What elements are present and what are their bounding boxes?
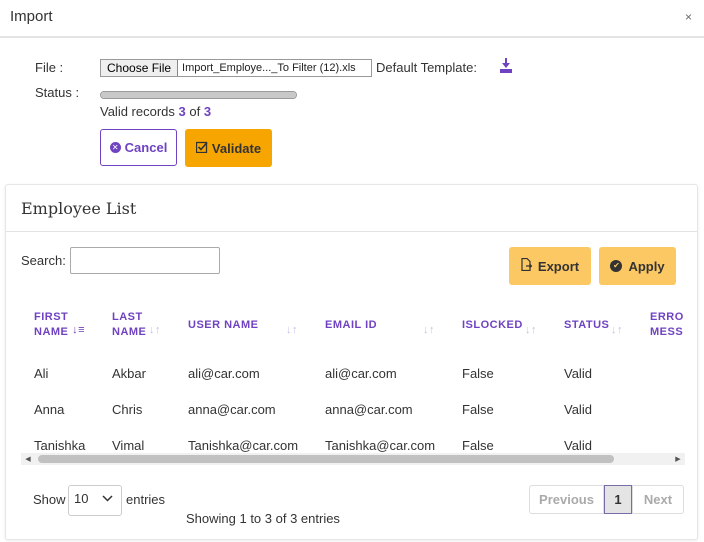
cell-user-name: ali@car.com	[188, 365, 260, 381]
table-row: Anna Chris anna@car.com anna@car.com Fal…	[21, 391, 685, 427]
page-button[interactable]: 1	[604, 485, 632, 514]
pagination: Previous 1 Next	[529, 485, 684, 514]
valid-total: 3	[203, 104, 212, 119]
validate-label: Validate	[211, 140, 262, 156]
search-label: Search:	[21, 253, 66, 268]
cell-last-name: Akbar	[112, 365, 146, 381]
cell-first-name: Anna	[34, 401, 65, 417]
validate-button[interactable]: Validate	[185, 129, 272, 167]
table-row: Ali Akbar ali@car.com ali@car.com False …	[21, 355, 685, 391]
cell-status: Valid	[564, 365, 592, 381]
download-icon[interactable]	[499, 58, 513, 74]
cell-first-name: Ali	[34, 365, 49, 381]
modal-title: Import	[10, 8, 53, 25]
card-title: Employee List	[6, 185, 697, 232]
close-icon[interactable]: ×	[685, 10, 692, 24]
employee-list-card: Employee List Search: Export ✔ Apply FIR…	[5, 184, 698, 540]
default-template-label: Default Template:	[376, 60, 477, 75]
cell-email: ali@car.com	[325, 365, 397, 381]
page-length-value: 10	[74, 491, 89, 506]
apply-button[interactable]: ✔ Apply	[599, 247, 676, 285]
table-header-row: FIRST NAME ↓≡ LAST NAME ↓↑ USER NAME ↓↑	[21, 295, 685, 355]
previous-button[interactable]: Previous	[529, 485, 604, 514]
check-circle-icon: ✔	[610, 260, 623, 272]
scrollbar-thumb[interactable]	[38, 455, 614, 463]
valid-prefix: Valid records	[100, 104, 175, 119]
circle-x-icon: ✕	[109, 142, 121, 153]
show-label: Show	[33, 492, 66, 507]
file-input[interactable]: Choose File Import_Employe..._To Filter …	[100, 59, 372, 77]
cancel-button[interactable]: ✕ Cancel	[100, 129, 177, 166]
scroll-right-icon[interactable]: ▶	[671, 453, 685, 465]
cell-status: Valid	[564, 401, 592, 417]
page-length-select[interactable]: 10	[68, 485, 122, 516]
checkbox-icon	[195, 141, 208, 156]
cell-error	[637, 391, 685, 427]
progress-fill	[101, 92, 296, 98]
choose-file-button[interactable]: Choose File	[101, 60, 179, 76]
cell-islocked: False	[462, 401, 494, 417]
employee-table: FIRST NAME ↓≡ LAST NAME ↓↑ USER NAME ↓↑	[21, 295, 685, 463]
valid-count: 3	[178, 104, 186, 119]
sort-icon: ↓↑	[611, 324, 623, 336]
sort-icon: ↓↑	[423, 324, 435, 336]
export-label: Export	[537, 258, 580, 274]
file-name: Import_Employe..._To Filter (12).xls	[182, 62, 356, 74]
header-user-name[interactable]: USER NAME ↓↑	[175, 295, 312, 355]
sort-icon: ↓↑	[525, 324, 537, 336]
search-input[interactable]	[70, 247, 220, 274]
cell-error	[637, 355, 685, 391]
modal-header: Import ×	[0, 0, 704, 38]
header-email-id[interactable]: EMAIL ID ↓↑	[312, 295, 449, 355]
table-wrapper: FIRST NAME ↓≡ LAST NAME ↓↑ USER NAME ↓↑	[21, 295, 685, 465]
apply-label: Apply	[628, 258, 665, 274]
valid-of: of	[189, 104, 201, 119]
progress-bar	[100, 91, 297, 99]
header-status[interactable]: STATUS ↓↑	[551, 295, 637, 355]
header-first-name[interactable]: FIRST NAME ↓≡	[21, 295, 99, 355]
file-export-icon	[521, 257, 533, 274]
cell-user-name: anna@car.com	[188, 401, 276, 417]
sort-icon: ↓↑	[149, 324, 161, 336]
cell-email: anna@car.com	[325, 401, 413, 417]
valid-records: Valid records 3 of 3	[100, 104, 211, 119]
scroll-left-icon[interactable]: ◀	[21, 453, 35, 465]
cancel-label: Cancel	[124, 140, 168, 155]
export-button[interactable]: Export	[509, 247, 591, 285]
header-last-name[interactable]: LAST NAME ↓↑	[99, 295, 175, 355]
header-error-message[interactable]: ERRO MESS	[637, 295, 685, 355]
cell-last-name: Chris	[112, 401, 143, 417]
header-islocked[interactable]: ISLOCKED ↓↑	[449, 295, 551, 355]
chevron-down-icon	[102, 494, 113, 505]
horizontal-scrollbar[interactable]: ◀ ▶	[21, 453, 685, 465]
sort-icon: ↓↑	[286, 324, 298, 336]
table-info: Showing 1 to 3 of 3 entries	[186, 511, 340, 526]
next-button[interactable]: Next	[632, 485, 684, 514]
cell-islocked: False	[462, 365, 494, 381]
entries-label: entries	[126, 492, 166, 507]
file-label: File :	[35, 60, 64, 75]
sort-asc-icon: ↓≡	[72, 324, 85, 336]
status-label: Status :	[35, 85, 80, 100]
